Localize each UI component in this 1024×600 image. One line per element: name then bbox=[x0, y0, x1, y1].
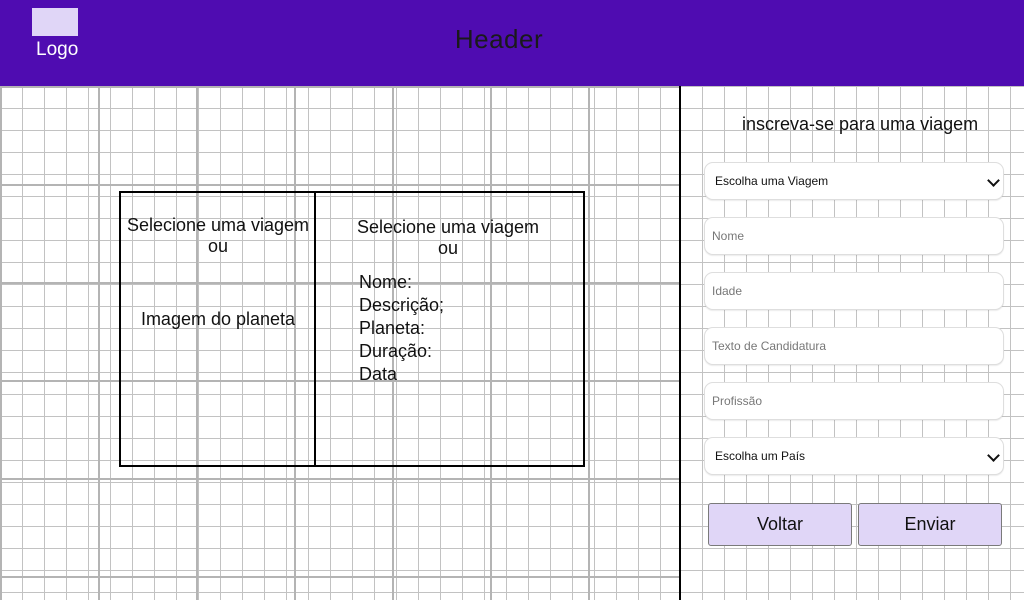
prompt-or: ou bbox=[437, 238, 459, 258]
profession-field[interactable]: Profissão bbox=[704, 382, 1004, 420]
planet-image-placeholder: Imagem do planeta bbox=[140, 309, 296, 329]
application-text-field[interactable]: Texto de Candidatura bbox=[704, 327, 1004, 365]
name-field[interactable]: Nome bbox=[704, 217, 1004, 255]
trip-details-prompt: Selecione uma viagem ou bbox=[330, 217, 566, 259]
prompt-line: Selecione uma viagem bbox=[126, 215, 310, 235]
detail-description: Descrição; bbox=[359, 295, 445, 315]
application-placeholder: Texto de Candidatura bbox=[712, 339, 827, 353]
detail-date: Data bbox=[359, 364, 398, 384]
trip-details-list: Nome: Descrição; Planeta: Duração: Data bbox=[359, 271, 444, 386]
planet-image-prompt: Selecione uma viagem ou bbox=[121, 215, 315, 257]
header-bar: Logo Header bbox=[0, 0, 1024, 86]
form-title: inscreva-se para uma viagem bbox=[742, 114, 979, 134]
chevron-down-icon bbox=[987, 174, 1000, 187]
submit-button[interactable]: Enviar bbox=[858, 503, 1002, 546]
name-placeholder: Nome bbox=[712, 229, 745, 243]
detail-name: Nome: bbox=[359, 272, 413, 292]
age-field[interactable]: Idade bbox=[704, 272, 1004, 310]
chevron-down-icon bbox=[987, 449, 1000, 462]
prompt-line: Selecione uma viagem bbox=[356, 217, 540, 237]
trip-select-value: Escolha uma Viagem bbox=[715, 174, 829, 188]
prompt-or: ou bbox=[207, 236, 229, 256]
trip-select[interactable]: Escolha uma Viagem bbox=[704, 162, 1004, 200]
detail-duration: Duração: bbox=[359, 341, 433, 361]
detail-planet: Planeta: bbox=[359, 318, 426, 338]
age-placeholder: Idade bbox=[712, 284, 743, 298]
country-select[interactable]: Escolha um País bbox=[704, 437, 1004, 475]
panel-divider bbox=[679, 86, 681, 600]
country-select-value: Escolha um País bbox=[715, 449, 806, 463]
profession-placeholder: Profissão bbox=[712, 394, 763, 408]
back-button[interactable]: Voltar bbox=[708, 503, 852, 546]
page-title: Header bbox=[454, 24, 544, 54]
